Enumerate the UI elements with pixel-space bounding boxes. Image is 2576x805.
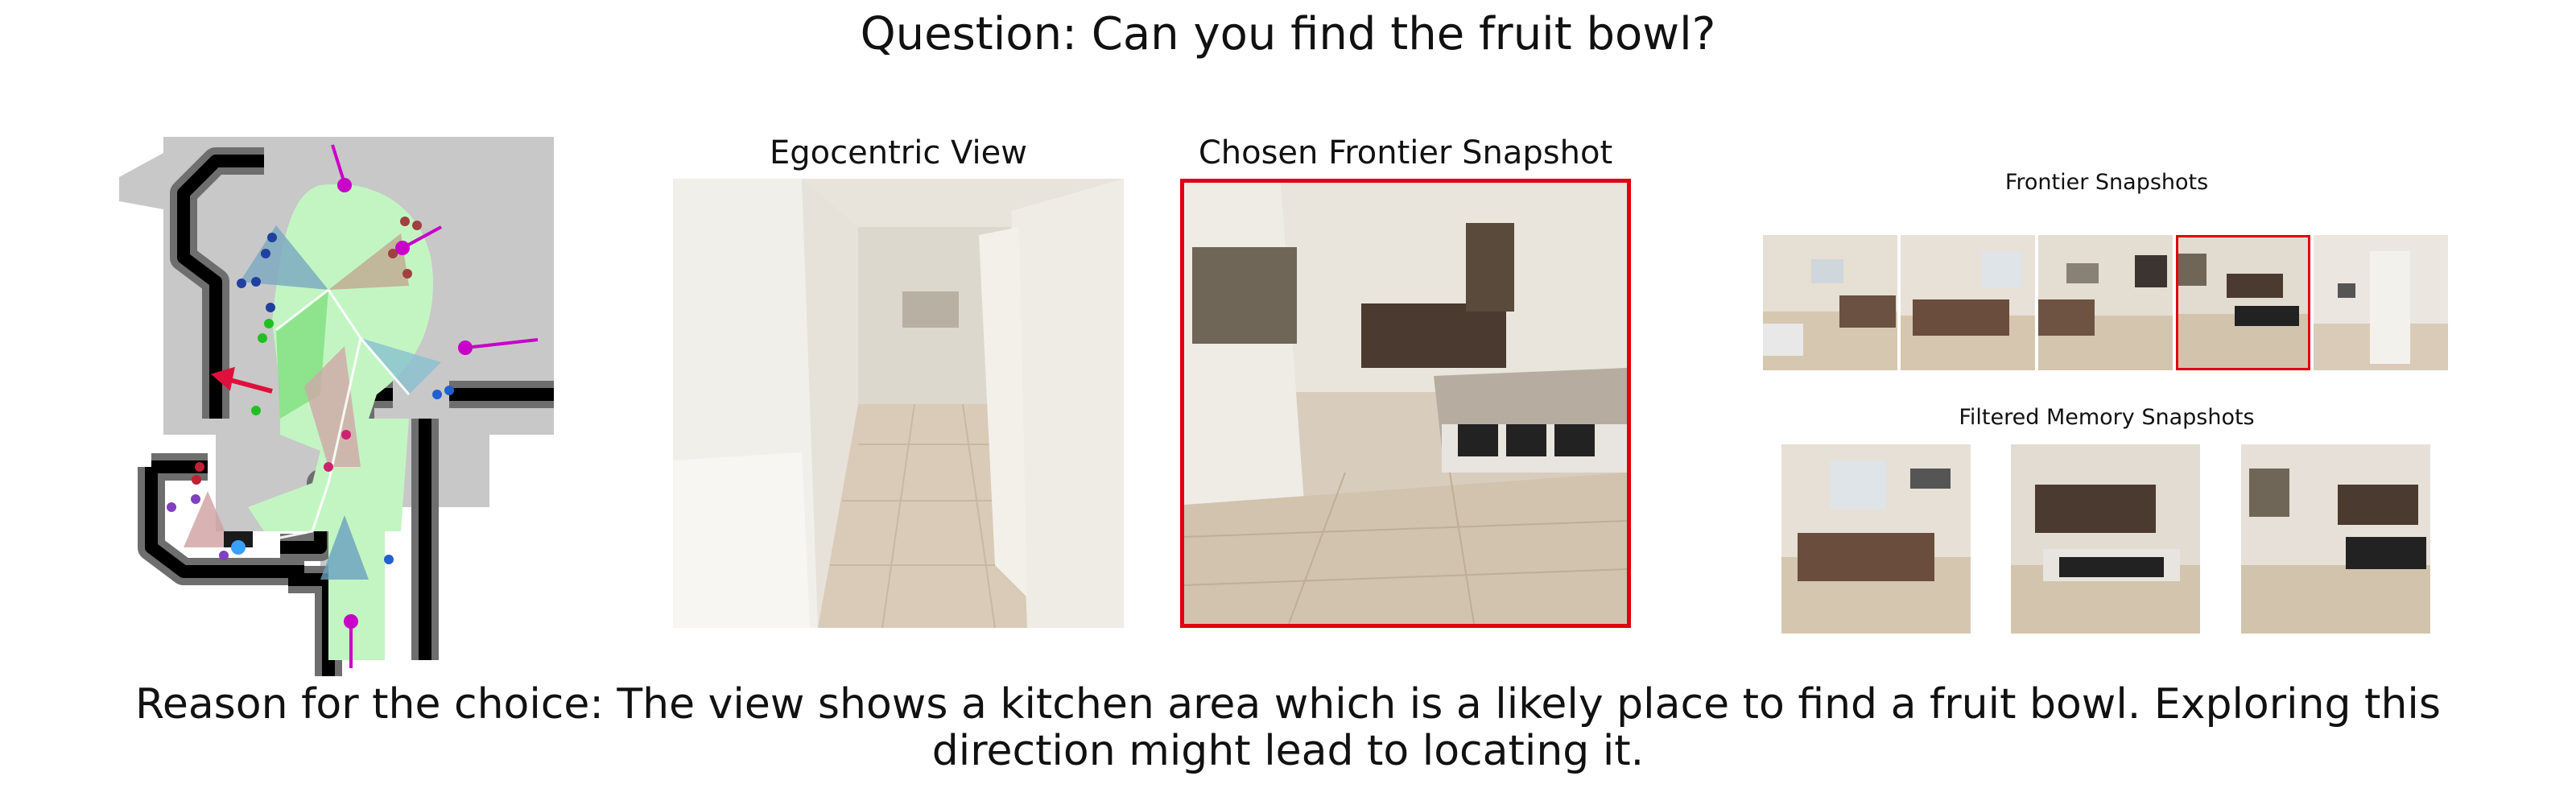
frontier-snapshots-title: Frontier Snapshots (2004, 170, 2209, 195)
question-text: Question: Can you find the fruit bowl? (860, 8, 1716, 60)
egocentric-view-image (673, 179, 1124, 628)
frontier-snapshot-thumbnail[interactable] (2038, 235, 2173, 370)
navigation-map-canvas (119, 137, 554, 676)
memory-snapshots-title: Filtered Memory Snapshots (1959, 405, 2255, 430)
frontier-snapshot-thumbnail[interactable] (1763, 235, 1897, 370)
frontier-snapshot-thumbnail[interactable] (2314, 235, 2448, 370)
chosen-snapshot-image (1180, 179, 1631, 628)
chosen-snapshot-title: Chosen Frontier Snapshot (1198, 134, 1613, 171)
navigation-map (119, 129, 562, 676)
frontier-snapshots-strip (1763, 235, 2450, 370)
memory-snapshot-thumbnail[interactable] (2241, 444, 2430, 634)
egocentric-view-title: Egocentric View (770, 134, 1027, 171)
frontier-snapshot-thumbnail[interactable] (1901, 235, 2035, 370)
reason-text: Reason for the choice: The view shows a … (135, 680, 2441, 775)
memory-snapshot-thumbnail[interactable] (1781, 444, 1971, 634)
memory-snapshot-thumbnail[interactable] (2011, 444, 2200, 634)
frontier-snapshot-thumbnail-selected[interactable] (2176, 235, 2310, 370)
